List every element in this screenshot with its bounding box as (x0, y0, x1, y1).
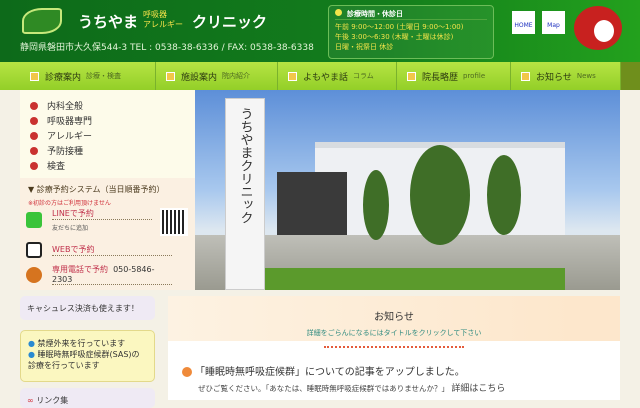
news-title[interactable]: 「睡眠時無呼吸症候群」についての記事をアップしました。 (195, 367, 465, 378)
nav-label: よもやま話 (303, 72, 349, 83)
line-reserve-link[interactable]: LINEで予約 (52, 208, 152, 220)
site-name: うちやま (78, 13, 139, 31)
nav-end (621, 62, 640, 90)
nav-icon (166, 71, 175, 81)
reservation-section: ▼ 診療予約システム（当日順番予約） ※初診の方はご利用頂けません LINEで予… (20, 178, 195, 290)
building-entrance (277, 172, 347, 240)
line-sub: 友だちに追加 (52, 225, 89, 232)
nav-icon (407, 71, 416, 81)
nav-news[interactable]: お知らせ News (511, 62, 621, 90)
hours-line: 午後 3:00〜6:30 (木曜・土曜は休診) (335, 33, 454, 41)
menu-item[interactable]: 予防接種 (20, 143, 195, 158)
nav-sub: News (576, 72, 596, 80)
nav-label: 院長略歴 (422, 72, 459, 83)
left-panel: 内科全般 呼吸器専門 アレルギー 予防接種 検査 ▼ 診療予約システム（当日順番… (20, 90, 195, 290)
arrow-icon (30, 116, 38, 125)
dotted-divider (324, 346, 464, 348)
address: 静岡県磐田市大久保544-3 TEL : 0538-38-6336 / FAX:… (20, 43, 314, 53)
nav-sub: profile (463, 72, 486, 80)
reservation-title: ▼ 診療予約システム（当日順番予約） (28, 185, 165, 194)
news-section: お知らせ 詳細をごらんになるにはタイトルをクリックして下さい 「睡眠時無呼吸症候… (168, 296, 620, 400)
nav-shisetsu[interactable]: 施設案内 院内紹介 (156, 62, 278, 90)
mascot-image (574, 6, 622, 50)
menu-label: 呼吸器専門 (47, 117, 93, 127)
service-item[interactable]: ● 睡眠時無呼吸症候群(SAS)の診療を行っています (28, 349, 147, 371)
nav-sub: 院内紹介 (222, 72, 251, 80)
phone-icon (26, 266, 42, 283)
service-label: 禁煙外来を行っています (37, 339, 126, 348)
menu-label: アレルギー (47, 132, 93, 142)
arrow-icon (30, 101, 38, 110)
nav-profile[interactable]: 院長略歴 profile (397, 62, 511, 90)
clinic-logo[interactable] (22, 8, 62, 34)
line-reserve[interactable]: LINEで予約友だちに追加 (26, 208, 152, 232)
map-button[interactable]: Map (542, 11, 565, 34)
lawn (265, 268, 565, 290)
hours-line: 日曜・祝祭日 休診 (335, 43, 394, 51)
phone-reserve-link[interactable]: 専用電話で予約 050-5846-2303 (52, 264, 172, 285)
nav-icon (521, 71, 530, 81)
main-nav: 診療案内 診療・検査 施設案内 院内紹介 よもやま話 コラム 院長略歴 profile … (0, 62, 640, 90)
menu-item[interactable]: 内科全般 (20, 98, 195, 113)
arrow-icon (30, 131, 38, 140)
nav-label: 診療案内 (45, 72, 82, 83)
smartphone-icon (26, 242, 42, 258)
menu-label: 予防接種 (47, 147, 84, 157)
service-label: 睡眠時無呼吸症候群(SAS)の診療を行っています (28, 350, 140, 370)
tree (487, 155, 521, 235)
services-card: ● 禁煙外来を行っています ● 睡眠時無呼吸症候群(SAS)の診療を行っています (20, 330, 155, 382)
menu-item[interactable]: アレルギー (20, 128, 195, 143)
web-reserve-link[interactable]: WEBで予約 (52, 244, 172, 256)
menu-label: 検査 (47, 162, 66, 172)
nav-label: 施設案内 (181, 72, 218, 83)
link-icon: ∞ (27, 396, 34, 405)
nav-icon (30, 71, 39, 81)
news-subtitle: 詳細をごらんになるにはタイトルをクリックして下さい (306, 329, 482, 337)
menu-label: 内科全般 (47, 102, 84, 112)
arrow-icon (30, 161, 38, 170)
web-reserve[interactable]: WEBで予約 (26, 242, 172, 258)
hours-line: 午前 9:00〜12:00 (土曜日 9:00〜1:00) (335, 23, 464, 31)
sub1: 呼吸器 (143, 10, 167, 19)
links-label: リンク集 (36, 396, 69, 405)
nav-sub: 診療・検査 (86, 72, 122, 80)
hours-box: 診療時間・休診日 午前 9:00〜12:00 (土曜日 9:00〜1:00) 午… (328, 5, 494, 59)
clock-icon (335, 9, 342, 16)
news-heading: お知らせ (374, 312, 414, 323)
home-button[interactable]: HOME (512, 11, 535, 34)
arrow-icon (30, 146, 38, 155)
nav-yomoyama[interactable]: よもやま話 コラム (278, 62, 397, 90)
clinic-photo: うちやまクリニック (195, 90, 620, 290)
nav-icon (288, 71, 297, 81)
qr-code (160, 208, 188, 236)
site-header: うちやま 呼吸器 アレルギー クリニック 静岡県磐田市大久保544-3 TEL :… (0, 0, 640, 62)
news-item: 「睡眠時無呼吸症候群」についての記事をアップしました。 ぜひご覧ください。「あな… (182, 363, 505, 394)
nav-sub: コラム (353, 72, 374, 80)
phone-reserve[interactable]: 専用電話で予約 050-5846-2303 (26, 264, 172, 285)
phone-label: 専用電話で予約 (52, 265, 108, 274)
cashless-card: キャシュレス決済も使えます！ (20, 296, 155, 320)
nav-shinryo[interactable]: 診療案内 診療・検査 (20, 62, 156, 90)
sub2: アレルギー (143, 20, 183, 29)
tree (410, 145, 470, 245)
links-card[interactable]: ∞ リンク集 (20, 388, 155, 408)
service-item[interactable]: ● 禁煙外来を行っています (28, 338, 147, 349)
site-subtitle: 呼吸器 アレルギー (143, 10, 183, 30)
info-icon (182, 367, 192, 377)
site-name-2: クリニック (192, 13, 268, 31)
hours-title: 診療時間・休診日 (347, 10, 403, 18)
line-icon (26, 212, 42, 228)
news-body: ぜひご覧ください。「あなたは、睡眠時無呼吸症候群ではありませんか？」 (198, 384, 450, 393)
menu-item[interactable]: 呼吸器専門 (20, 113, 195, 128)
clinic-sign: うちやまクリニック (225, 98, 265, 290)
nav-label: お知らせ (536, 72, 572, 83)
menu-item[interactable]: 検査 (20, 158, 195, 173)
tree (363, 170, 389, 240)
news-detail-link[interactable]: 詳細はこちら (451, 384, 505, 394)
reservation-note: ※初診の方はご利用頂けません (28, 200, 111, 207)
